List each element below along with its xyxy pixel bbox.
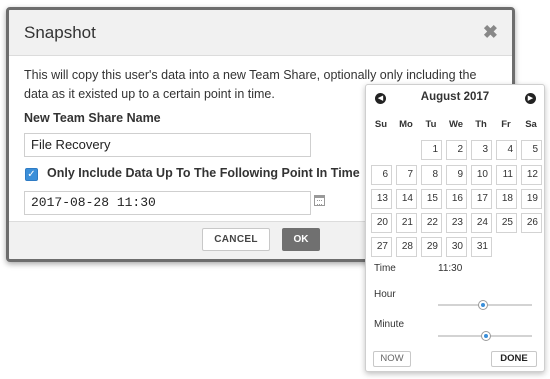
weekday-header: Sa [525,119,537,130]
calendar-day[interactable]: 30 [446,237,467,257]
point-in-time-checkbox[interactable]: ✓ [25,168,38,181]
calendar-day[interactable]: 24 [471,213,492,233]
calendar-day[interactable]: 9 [446,165,467,185]
cancel-button[interactable]: CANCEL [202,228,270,251]
hour-label: Hour [374,289,396,300]
dialog-header: Snapshot ✖ [9,10,512,56]
calendar-icon[interactable] [314,195,325,206]
calendar-day[interactable]: 27 [371,237,392,257]
calendar-day[interactable]: 6 [371,165,392,185]
calendar-day[interactable]: 23 [446,213,467,233]
calendar-day[interactable]: 4 [496,140,517,160]
calendar-day[interactable]: 22 [421,213,442,233]
ok-button[interactable]: OK [282,228,320,251]
weekday-header: We [448,119,464,130]
calendar-day[interactable]: 16 [446,189,467,209]
calendar-day[interactable]: 20 [371,213,392,233]
calendar-day[interactable]: 17 [471,189,492,209]
minute-label: Minute [374,319,405,330]
calendar-day[interactable]: 1 [421,140,442,160]
now-button[interactable]: NOW [373,351,411,367]
close-icon[interactable]: ✖ [483,22,498,43]
calendar-day[interactable]: 31 [471,237,492,257]
calendar-day[interactable]: 29 [421,237,442,257]
calendar-day[interactable]: 7 [396,165,417,185]
calendar-day[interactable]: 5 [521,140,542,160]
minute-slider-thumb[interactable] [481,331,491,341]
calendar-day[interactable]: 8 [421,165,442,185]
calendar-day[interactable]: 14 [396,189,417,209]
month-title: August 2017 [420,91,490,103]
calendar-day[interactable]: 18 [496,189,517,209]
team-share-name-input[interactable]: File Recovery [24,133,311,157]
calendar-day[interactable]: 13 [371,189,392,209]
point-in-time-input[interactable]: 2017-08-28 11:30 [24,191,311,215]
calendar-day[interactable]: 15 [421,189,442,209]
chevron-right-icon[interactable]: ▶ [525,93,536,104]
calendar-day[interactable]: 2 [446,140,467,160]
point-in-time-label[interactable]: Only Include Data Up To The Following Po… [47,166,360,180]
done-button[interactable]: DONE [491,351,537,367]
weekday-header: Th [475,119,487,130]
date-picker-popup: ◀ August 2017 ▶ Su Mo Tu We Th Fr Sa 123456789… [365,84,545,372]
team-share-name-label: New Team Share Name [24,111,161,125]
weekday-header: Fr [501,119,511,130]
weekday-header: Su [374,119,388,130]
dialog-title: Snapshot [24,23,96,42]
calendar-day[interactable]: 19 [521,189,542,209]
calendar-day[interactable]: 26 [521,213,542,233]
hour-slider[interactable] [438,300,532,310]
calendar-day[interactable]: 11 [496,165,517,185]
time-value: 11:30 [438,263,463,274]
calendar-day[interactable]: 3 [471,140,492,160]
calendar-day[interactable]: 10 [471,165,492,185]
weekday-header: Mo [399,119,413,130]
minute-slider[interactable] [438,331,532,341]
calendar-day[interactable]: 21 [396,213,417,233]
weekday-header: Tu [425,119,437,130]
calendar-day[interactable]: 12 [521,165,542,185]
calendar-day[interactable]: 28 [396,237,417,257]
time-label: Time [374,263,396,274]
hour-slider-thumb[interactable] [478,300,488,310]
calendar-day[interactable]: 25 [496,213,517,233]
